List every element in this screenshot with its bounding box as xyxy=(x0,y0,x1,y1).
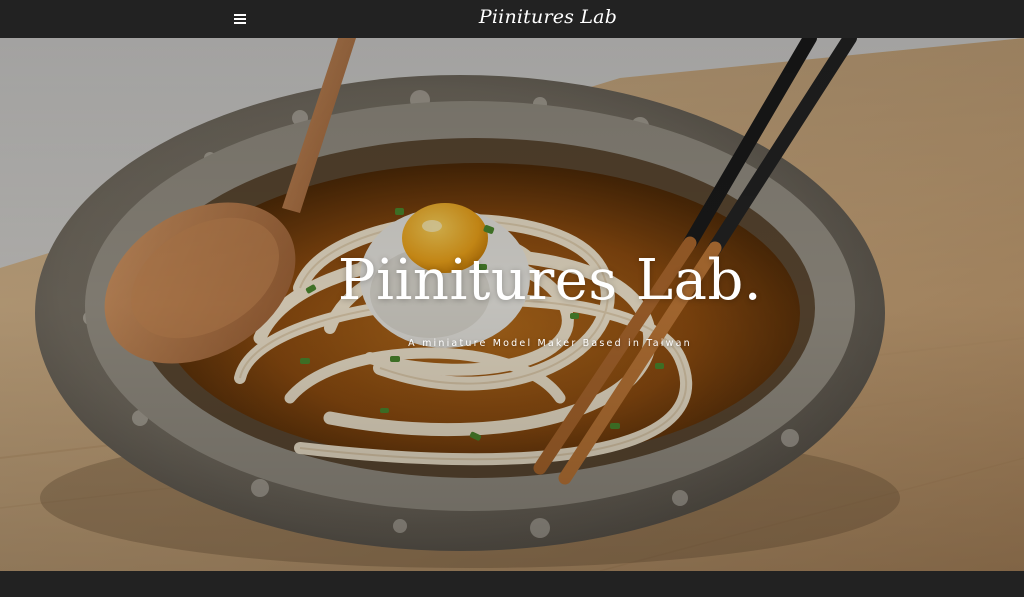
hamburger-menu-icon[interactable] xyxy=(229,8,251,28)
hero-tagline: A miniature Model Maker Based in Taiwan xyxy=(408,338,692,349)
hero-title: Piinitures Lab. xyxy=(337,248,763,313)
site-title-link[interactable]: Piinitures Lab xyxy=(479,6,617,28)
footer-bar xyxy=(0,571,1024,597)
site-title: Piinitures Lab xyxy=(36,4,1024,30)
hero-text-block: Piinitures Lab. A miniature Model Maker … xyxy=(0,38,1024,571)
hero-banner: Piinitures Lab. A miniature Model Maker … xyxy=(0,38,1024,571)
top-navigation-bar: Piinitures Lab xyxy=(0,0,1024,38)
